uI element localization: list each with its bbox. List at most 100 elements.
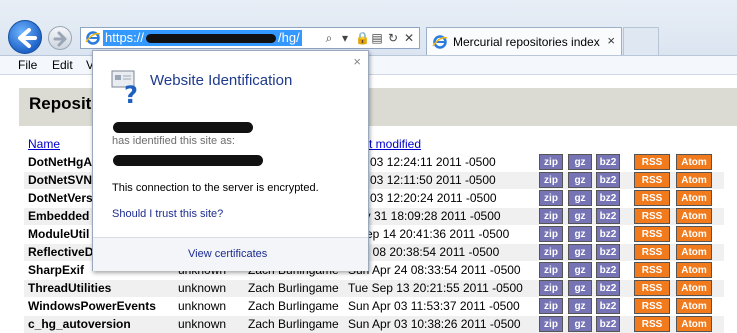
feed-1-button[interactable]: Atom <box>676 262 712 278</box>
feed-0-button[interactable]: RSS <box>634 244 670 260</box>
archive-2-button[interactable]: bz2 <box>596 316 620 332</box>
archive-0-button[interactable]: zip <box>539 262 563 278</box>
ie-logo-icon <box>85 31 101 45</box>
archive-0-button[interactable]: zip <box>539 208 563 224</box>
feed-0-button[interactable]: RSS <box>634 172 670 188</box>
feed-1-button[interactable]: Atom <box>676 172 712 188</box>
repo-name-link[interactable]: DotNetSVN <box>28 173 92 187</box>
tab-mercurial[interactable]: Mercurial repositories index × <box>426 27 622 55</box>
archive-1-button[interactable]: gz <box>568 154 592 170</box>
archive-1-button[interactable]: gz <box>568 226 592 242</box>
feed-0-button[interactable]: RSS <box>634 154 670 170</box>
feed-0-button[interactable]: RSS <box>634 190 670 206</box>
column-header-name[interactable]: Name <box>28 137 60 151</box>
archive-2-button[interactable]: bz2 <box>596 172 620 188</box>
feed-1-button[interactable]: Atom <box>676 154 712 170</box>
feed-1-button[interactable]: Atom <box>676 280 712 296</box>
archive-1-button[interactable]: gz <box>568 316 592 332</box>
feed-1-button[interactable]: Atom <box>676 226 712 242</box>
archive-1-button[interactable]: gz <box>568 172 592 188</box>
stop-icon[interactable]: ✕ <box>403 31 415 45</box>
menu-file[interactable]: File <box>18 58 37 72</box>
table-row: c_hg_autoversion unknown Zach Burlingame Su… <box>24 316 724 333</box>
menu-edit[interactable]: Edit <box>52 58 73 72</box>
archive-2-button[interactable]: bz2 <box>596 208 620 224</box>
archive-1-button[interactable]: gz <box>568 244 592 260</box>
repo-last-modified: Apr 03 12:20:24 2011 -0500 <box>348 191 497 205</box>
repo-description: unknown <box>178 299 227 313</box>
archive-2-button[interactable]: bz2 <box>596 262 620 278</box>
archive-1-button[interactable]: gz <box>568 298 592 314</box>
archive-2-button[interactable]: bz2 <box>596 154 620 170</box>
forward-button[interactable] <box>48 26 72 50</box>
archive-0-button[interactable]: zip <box>539 298 563 314</box>
feed-0-button[interactable]: RSS <box>634 226 670 242</box>
forward-arrow-icon <box>53 31 67 47</box>
close-icon[interactable]: × <box>353 54 361 69</box>
archive-0-button[interactable]: zip <box>539 280 563 296</box>
repo-name-link[interactable]: Embedded <box>28 209 89 223</box>
encryption-status: This connection to the server is encrypt… <box>112 182 319 194</box>
identified-text: has identified this site as: <box>112 135 235 147</box>
archive-2-button[interactable]: bz2 <box>596 244 620 260</box>
tab-close-icon[interactable]: × <box>607 33 615 48</box>
archive-1-button[interactable]: gz <box>568 262 592 278</box>
popup-footer: View certificates <box>93 237 368 271</box>
feed-1-button[interactable]: Atom <box>676 316 712 332</box>
archive-0-button[interactable]: zip <box>539 316 563 332</box>
feed-0-button[interactable]: RSS <box>634 316 670 332</box>
repo-name-link[interactable]: ReflectiveD <box>28 245 93 259</box>
certificate-question-icon: ? <box>111 70 138 105</box>
view-certificates-link[interactable]: View certificates <box>188 248 267 260</box>
feed-1-button[interactable]: Atom <box>676 208 712 224</box>
archive-0-button[interactable]: zip <box>539 172 563 188</box>
archive-1-button[interactable]: gz <box>568 208 592 224</box>
archive-1-button[interactable]: gz <box>568 280 592 296</box>
archive-2-button[interactable]: bz2 <box>596 190 620 206</box>
archive-0-button[interactable]: zip <box>539 154 563 170</box>
trust-site-link[interactable]: Should I trust this site? <box>112 208 223 220</box>
refresh-icon[interactable]: ↻ <box>387 31 399 45</box>
feed-0-button[interactable]: RSS <box>634 298 670 314</box>
search-icon[interactable]: ⌕ <box>323 31 335 45</box>
address-bar[interactable]: https:// /hg/ ⌕ ▾ 🔒 ▤ ↻ ✕ <box>80 27 420 49</box>
repo-name-link[interactable]: c_hg_autoversion <box>28 317 131 331</box>
repo-name-link[interactable]: WindowsPowerEvents <box>28 299 156 313</box>
feed-1-button[interactable]: Atom <box>676 244 712 260</box>
repo-last-modified: Tue Sep 13 20:21:55 2011 -0500 <box>348 281 523 295</box>
compatibility-icon[interactable]: ▤ <box>371 31 383 45</box>
archive-2-button[interactable]: bz2 <box>596 298 620 314</box>
repo-name-link[interactable]: DotNetHgA <box>28 155 92 169</box>
back-button[interactable] <box>8 20 42 54</box>
dropdown-icon[interactable]: ▾ <box>339 31 351 45</box>
repo-name-link[interactable]: ThreadUtilities <box>28 281 111 295</box>
feed-0-button[interactable]: RSS <box>634 280 670 296</box>
archive-2-button[interactable]: bz2 <box>596 280 620 296</box>
repo-name-link[interactable]: ModuleUtil <box>28 227 89 241</box>
feed-1-button[interactable]: Atom <box>676 190 712 206</box>
browser-toolbar: https:// /hg/ ⌕ ▾ 🔒 ▤ ↻ ✕ Mercurial repos… <box>0 0 737 56</box>
url-suffix: /hg/ <box>278 30 300 45</box>
archive-0-button[interactable]: zip <box>539 190 563 206</box>
new-tab-button[interactable] <box>623 27 659 55</box>
feed-1-button[interactable]: Atom <box>676 298 712 314</box>
repo-name-link[interactable]: SharpExif <box>28 263 84 277</box>
page-title: Reposit <box>29 94 92 113</box>
repo-name-link[interactable]: DotNetVers <box>28 191 93 205</box>
feed-0-button[interactable]: RSS <box>634 262 670 278</box>
repo-last-modified: Sun Apr 03 10:38:26 2011 -0500 <box>348 317 521 331</box>
lock-icon[interactable]: 🔒 <box>355 31 370 45</box>
archive-0-button[interactable]: zip <box>539 244 563 260</box>
archive-0-button[interactable]: zip <box>539 226 563 242</box>
repo-last-modified: Sun Apr 24 08:33:54 2011 -0500 <box>348 263 521 277</box>
column-header-last-modified[interactable]: t modified <box>369 137 421 151</box>
feed-0-button[interactable]: RSS <box>634 208 670 224</box>
url-text[interactable]: https:// /hg/ <box>103 30 302 46</box>
svg-text:?: ? <box>124 81 138 105</box>
url-prefix: https:// <box>105 30 145 45</box>
archive-2-button[interactable]: bz2 <box>596 226 620 242</box>
website-identification-popup: ? Website Identification × has identifie… <box>92 50 369 271</box>
tab-title: Mercurial repositories index <box>453 35 600 49</box>
repo-last-modified: Apr 03 12:11:50 2011 -0500 <box>348 173 496 187</box>
archive-1-button[interactable]: gz <box>568 190 592 206</box>
